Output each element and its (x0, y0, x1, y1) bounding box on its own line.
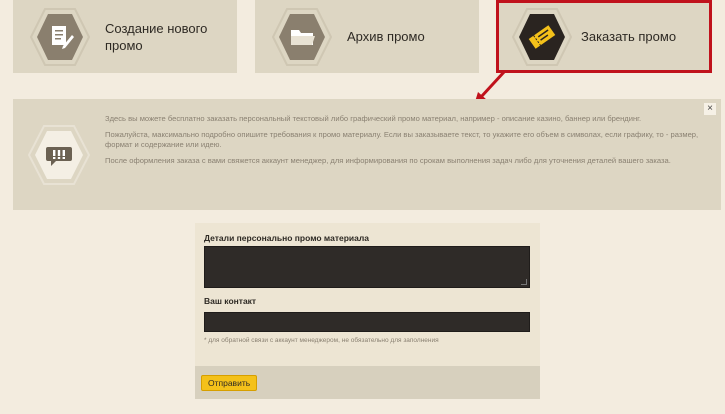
details-textarea[interactable] (204, 246, 530, 288)
contact-label: Ваш контакт (204, 296, 257, 306)
form-footer: Отправить (195, 366, 540, 399)
document-edit-icon (29, 6, 91, 68)
contact-input[interactable] (204, 312, 530, 332)
close-button[interactable]: × (704, 103, 716, 115)
tab-create-promo[interactable]: Создание нового промо (13, 0, 237, 73)
info-paragraph: Здесь вы можете бесплатно заказать персо… (105, 114, 642, 123)
tab-promo-archive[interactable]: Архив промо (255, 0, 479, 73)
order-form: Детали персонально промо материала Ваш к… (195, 223, 540, 399)
folder-icon (271, 6, 333, 68)
tab-label: Заказать промо (581, 29, 677, 44)
resize-grip-icon[interactable] (521, 279, 527, 285)
tab-order-promo[interactable]: Заказать промо (497, 0, 712, 73)
info-panel: Здесь вы можете бесплатно заказать персо… (13, 99, 721, 210)
submit-button[interactable]: Отправить (201, 375, 258, 391)
tab-label: Создание нового промо (105, 20, 208, 53)
tab-label: Архив промо (347, 29, 425, 44)
info-paragraph: Пожалуйста, максимально подробно опишите… (105, 130, 699, 149)
ticket-icon (511, 6, 573, 68)
info-text: Здесь вы можете бесплатно заказать персо… (105, 114, 701, 172)
details-label: Детали персонально промо материала (204, 233, 369, 243)
speech-bubble-icon (27, 123, 91, 187)
info-paragraph: После оформления заказа с вами свяжется … (105, 156, 671, 165)
contact-hint: * для обратной связи с аккаунт менеджеро… (204, 337, 439, 344)
